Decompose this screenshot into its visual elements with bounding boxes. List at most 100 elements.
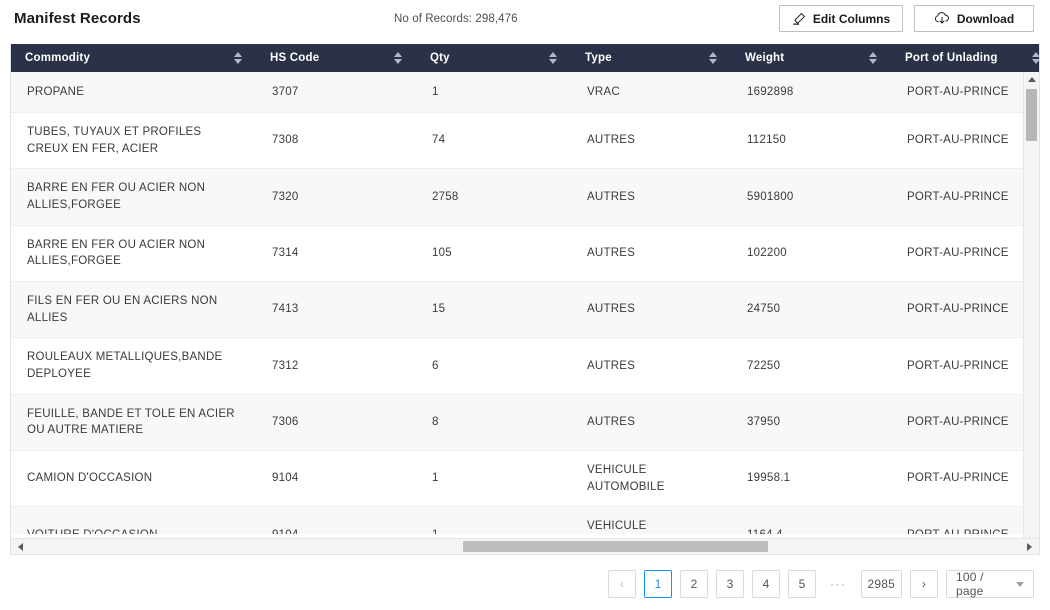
download-button[interactable]: Download [914,5,1034,32]
cell-port: PORT-AU-PRINCE [891,290,1039,329]
cell-qty: 1 [416,459,571,498]
cell-qty: 15 [416,290,571,329]
page-size-label: 100 / page [956,570,1010,598]
pagination-last-page[interactable]: 2985 [861,570,903,598]
column-header-commodity[interactable]: Commodity [11,44,256,72]
download-label: Download [957,12,1014,26]
cell-hs-code: 7308 [256,121,416,160]
column-label: HS Code [270,52,319,64]
pencil-icon [792,12,806,26]
manifest-table: Commodity HS Code Qty Type Weight Port o… [10,44,1040,555]
cell-commodity: TUBES, TUYAUX ET PROFILES CREUX EN FER, … [11,113,256,168]
sort-toggle-icon[interactable] [394,52,402,64]
cell-commodity: VOITURE D'OCCASION [11,516,256,534]
scroll-left-arrow-icon[interactable] [13,539,28,554]
cell-port: PORT-AU-PRINCE [891,403,1039,442]
cell-commodity: BARRE EN FER OU ACIER NON ALLIES,FORGEE [11,169,256,224]
pagination-next-button[interactable]: › [910,570,938,598]
pagination-prev-button[interactable]: ‹ [608,570,636,598]
scroll-right-arrow-icon[interactable] [1022,539,1037,554]
cell-port: PORT-AU-PRINCE [891,347,1039,386]
column-label: Port of Unlading [905,52,998,64]
column-label: Weight [745,52,784,64]
sort-toggle-icon[interactable] [709,52,717,64]
sort-toggle-icon[interactable] [549,52,557,64]
table-row[interactable]: PROPANE37071VRAC1692898PORT-AU-PRINCE [11,72,1039,113]
cell-commodity: CAMION D'OCCASION [11,459,256,498]
table-header-row: Commodity HS Code Qty Type Weight Port o… [11,44,1039,72]
cell-qty: 74 [416,121,571,160]
column-header-qty[interactable]: Qty [416,44,571,72]
cell-weight: 37950 [731,403,891,442]
pagination-page-3[interactable]: 3 [716,570,744,598]
cell-type: AUTRES [571,403,731,442]
cell-port: PORT-AU-PRINCE [891,516,1039,534]
cell-type: AUTRES [571,347,731,386]
cell-qty: 2758 [416,178,571,217]
cell-hs-code: 7306 [256,403,416,442]
sort-toggle-icon[interactable] [869,52,877,64]
cell-commodity: BARRE EN FER OU ACIER NON ALLIES,FORGEE [11,226,256,281]
sort-toggle-icon[interactable] [234,52,242,64]
cell-type: AUTRES [571,290,731,329]
cell-port: PORT-AU-PRINCE [891,121,1039,160]
column-label: Qty [430,52,450,64]
cell-qty: 105 [416,234,571,273]
column-header-port-of-unlading[interactable]: Port of Unlading [891,44,1040,72]
cell-qty: 8 [416,403,571,442]
table-row[interactable]: BARRE EN FER OU ACIER NON ALLIES,FORGEE7… [11,226,1039,282]
sort-toggle-icon[interactable] [1032,52,1040,64]
cell-weight: 72250 [731,347,891,386]
pagination-ellipsis[interactable]: ··· [824,570,853,598]
records-count-label: No of Records: 298,476 [394,13,518,25]
table-row[interactable]: ROULEAUX METALLIQUES,BANDE DEPLOYEE73126… [11,338,1039,394]
table-row[interactable]: FILS EN FER OU EN ACIERS NON ALLIES74131… [11,282,1039,338]
table-row[interactable]: BARRE EN FER OU ACIER NON ALLIES,FORGEE7… [11,169,1039,225]
column-header-type[interactable]: Type [571,44,731,72]
vertical-scroll-thumb[interactable] [1026,89,1037,141]
manifest-records-page: Manifest Records No of Records: 298,476 … [0,0,1050,610]
table-row[interactable]: CAMION D'OCCASION91041VEHICULE AUTOMOBIL… [11,451,1039,507]
cloud-download-icon [934,12,950,26]
cell-port: PORT-AU-PRINCE [891,178,1039,217]
cell-weight: 19958.1 [731,459,891,498]
horizontal-scroll-thumb[interactable] [463,541,768,552]
cell-type: VEHICULE AUTOMOBILE [571,507,731,534]
cell-commodity: PROPANE [11,73,256,112]
page-size-select[interactable]: 100 / page [946,570,1034,598]
pagination-page-4[interactable]: 4 [752,570,780,598]
column-header-weight[interactable]: Weight [731,44,891,72]
cell-qty: 6 [416,347,571,386]
cell-weight: 1692898 [731,73,891,112]
cell-weight: 102200 [731,234,891,273]
page-title: Manifest Records [14,10,141,27]
pagination: ‹ 1 2 3 4 5 ··· 2985 › 100 / page [608,570,1034,598]
table-row[interactable]: TUBES, TUYAUX ET PROFILES CREUX EN FER, … [11,113,1039,169]
table-row[interactable]: FEUILLE, BANDE ET TOLE EN ACIER OU AUTRE… [11,395,1039,451]
table-body: PROPANE37071VRAC1692898PORT-AU-PRINCETUB… [11,72,1039,534]
column-header-hs-code[interactable]: HS Code [256,44,416,72]
cell-hs-code: 3707 [256,73,416,112]
cell-commodity: FEUILLE, BANDE ET TOLE EN ACIER OU AUTRE… [11,395,256,450]
pagination-page-5[interactable]: 5 [788,570,816,598]
cell-qty: 1 [416,516,571,534]
edit-columns-button[interactable]: Edit Columns [779,5,903,32]
table-row[interactable]: VOITURE D'OCCASION91041VEHICULE AUTOMOBI… [11,507,1039,534]
cell-weight: 1164.4 [731,516,891,534]
pagination-page-1[interactable]: 1 [644,570,672,598]
edit-columns-label: Edit Columns [813,12,890,26]
cell-type: AUTRES [571,121,731,160]
pagination-page-2[interactable]: 2 [680,570,708,598]
cell-type: AUTRES [571,234,731,273]
column-label: Type [585,52,612,64]
scroll-up-arrow-icon[interactable] [1024,72,1039,87]
cell-type: VRAC [571,73,731,112]
cell-port: PORT-AU-PRINCE [891,73,1039,112]
page-header: Manifest Records No of Records: 298,476 … [0,0,1050,38]
cell-hs-code: 7314 [256,234,416,273]
cell-type: VEHICULE AUTOMOBILE [571,451,731,506]
cell-commodity: FILS EN FER OU EN ACIERS NON ALLIES [11,282,256,337]
table-horizontal-scrollbar[interactable] [11,538,1039,554]
cell-qty: 1 [416,73,571,112]
table-vertical-scrollbar[interactable] [1023,72,1039,555]
